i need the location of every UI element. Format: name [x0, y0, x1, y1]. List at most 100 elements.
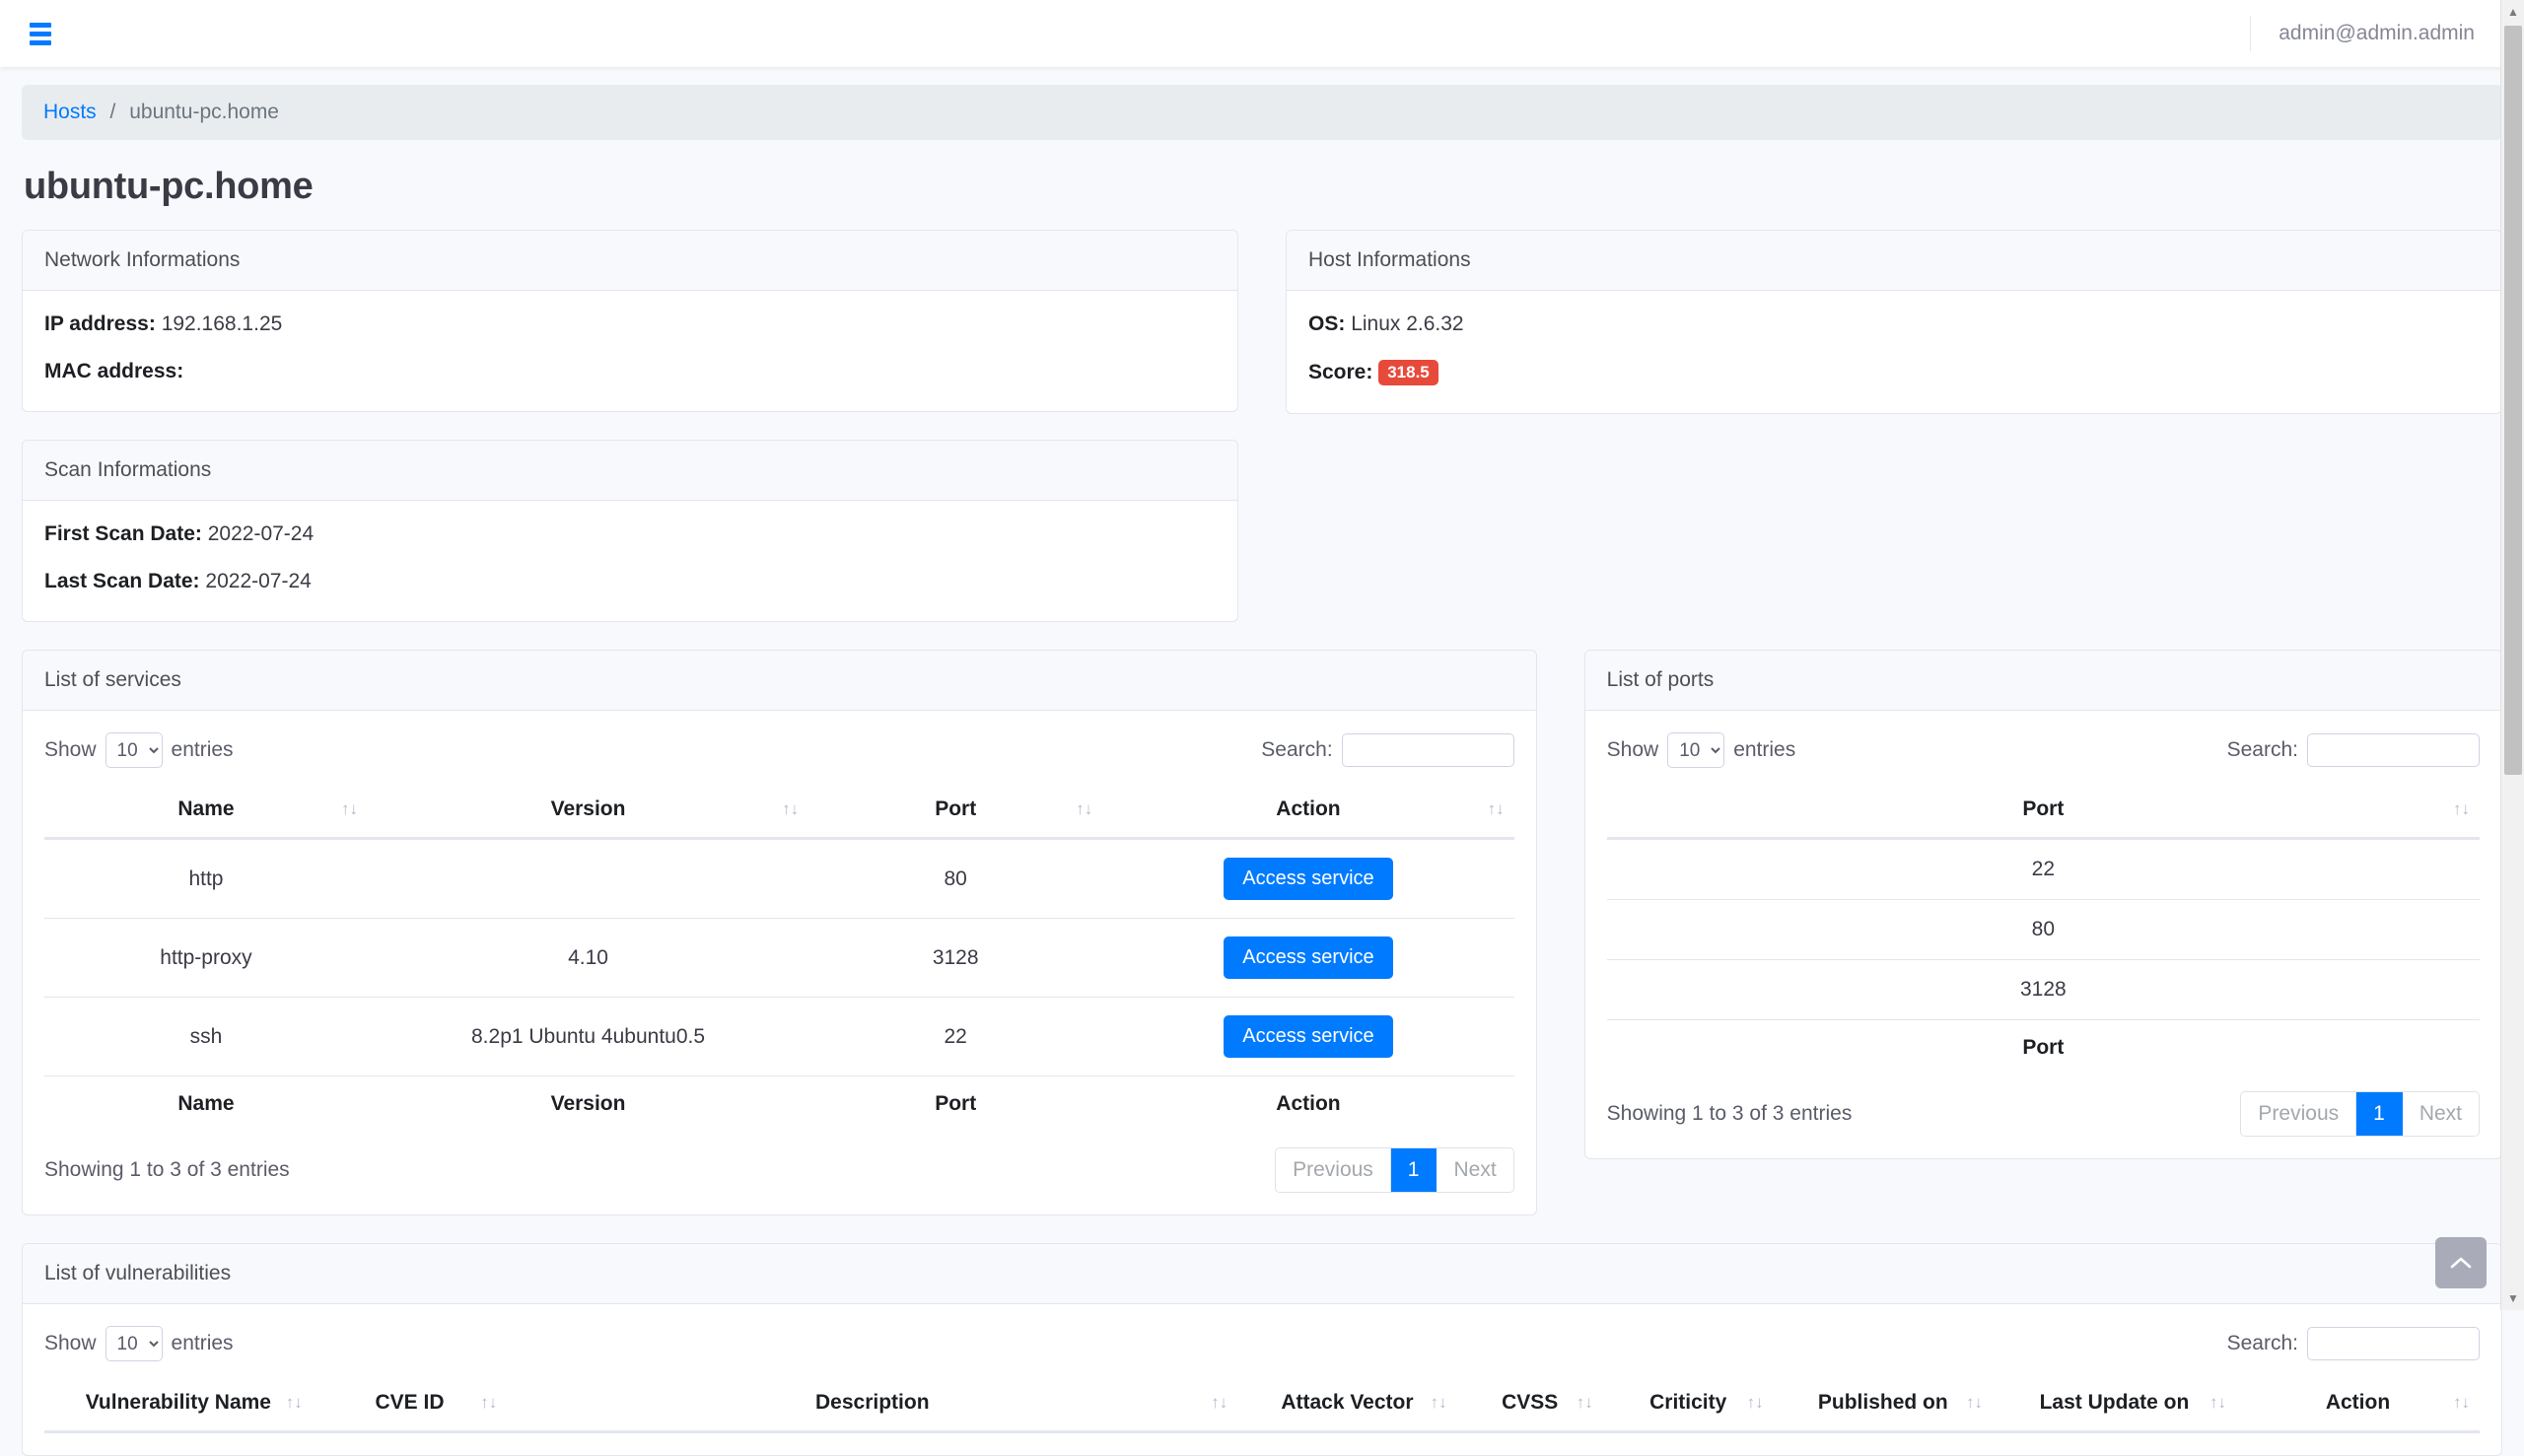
sort-icon: ↑↓ [285, 1393, 303, 1412]
vuln-col-published-on[interactable]: Published on ↑↓ [1773, 1375, 1993, 1433]
ports-table-body: 22 80 3128 [1606, 838, 2480, 1020]
ports-table-footer: Showing 1 to 3 of 3 entries Previous 1 N… [1607, 1091, 2480, 1137]
vuln-col-name[interactable]: Vulnerability Name ↑↓ [44, 1375, 313, 1433]
host-card-body: OS: Linux 2.6.32 Score: 318.5 [1287, 291, 2501, 413]
vulnerabilities-table-head: Vulnerability Name ↑↓ CVE ID ↑↓ Descript… [44, 1375, 2480, 1433]
services-col-port[interactable]: Port ↑↓ [808, 782, 1103, 840]
table-row: ssh 8.2p1 Ubuntu 4ubuntu0.5 22 Access se… [44, 997, 1514, 1076]
services-table-footer: Showing 1 to 3 of 3 entries Previous 1 N… [44, 1147, 1514, 1193]
sort-icon: ↑↓ [2453, 799, 2470, 818]
ports-pagination-next[interactable]: Next [2402, 1092, 2479, 1136]
services-header-row: Name ↑↓ Version ↑↓ Port ↑↓ Action ↑↓ [44, 782, 1514, 840]
port-cell: 80 [1606, 899, 2480, 960]
ports-entries-info: Showing 1 to 3 of 3 entries [1606, 1102, 1853, 1125]
port-cell: 22 [1606, 838, 2480, 900]
score-badge: 318.5 [1378, 360, 1438, 385]
service-name-cell: http-proxy [44, 918, 368, 998]
table-row: http 80 Access service [44, 838, 1514, 919]
services-length-select[interactable]: 10 [105, 732, 163, 768]
mac-address-line: MAC address: [44, 360, 1216, 383]
first-scan-date-value: 2022-07-24 [207, 522, 315, 545]
vuln-col-action-label: Action [2325, 1391, 2391, 1414]
service-name-cell: http [44, 838, 368, 919]
vuln-col-cvss[interactable]: CVSS ↑↓ [1456, 1375, 1603, 1433]
scrollbar-thumb[interactable] [2504, 26, 2522, 775]
sort-icon: ↑↓ [340, 799, 358, 818]
ports-pagination-page-1[interactable]: 1 [2356, 1092, 2403, 1136]
access-service-button[interactable]: Access service [1224, 858, 1393, 900]
vulnerabilities-show-label: Show [44, 1332, 97, 1354]
score-label: Score: [1308, 361, 1373, 383]
vulnerabilities-table-controls: Show 10 entries Search: [44, 1326, 2480, 1361]
scrollbar-down-arrow[interactable]: ▼ [2501, 1286, 2524, 1310]
service-port-cell: 80 [808, 838, 1103, 919]
user-email-label[interactable]: admin@admin.admin [2279, 22, 2500, 45]
services-column: List of services Show 10 entries Search: [22, 650, 1537, 1243]
services-pagination-next[interactable]: Next [1437, 1148, 1513, 1192]
scrollbar-up-arrow[interactable]: ▲ [2501, 0, 2524, 24]
services-search-input[interactable] [1341, 733, 1514, 767]
services-col-name[interactable]: Name ↑↓ [44, 782, 368, 840]
scan-informations-card: Scan Informations First Scan Date: 2022-… [22, 440, 1238, 622]
services-col-version[interactable]: Version ↑↓ [367, 782, 809, 840]
page-title: ubuntu-pc.home [24, 166, 314, 207]
vulnerabilities-filter-control: Search: [2227, 1327, 2480, 1360]
service-action-cell: Access service [1102, 838, 1514, 919]
scan-card-body: First Scan Date: 2022-07-24 Last Scan Da… [23, 501, 1237, 621]
vulnerabilities-length-select[interactable]: 10 [105, 1326, 163, 1361]
sort-icon: ↑↓ [1076, 799, 1093, 818]
sort-icon: ↑↓ [1746, 1393, 1764, 1412]
ports-entries-label: entries [1733, 738, 1796, 761]
services-entries-info: Showing 1 to 3 of 3 entries [44, 1158, 290, 1181]
vulnerabilities-search-input[interactable] [2307, 1327, 2480, 1360]
vuln-col-last-update-on[interactable]: Last Update on ↑↓ [1992, 1375, 2236, 1433]
vuln-col-criticity[interactable]: Criticity ↑↓ [1602, 1375, 1774, 1433]
network-informations-card: Network Informations IP address: 192.168… [22, 230, 1238, 412]
ports-footer-row: Port [1606, 1019, 2480, 1075]
service-version-cell [367, 838, 809, 919]
services-pagination: Previous 1 Next [1275, 1147, 1514, 1193]
ports-column: List of ports Show 10 entries Search: Po… [1583, 650, 2502, 1243]
network-column: Network Informations IP address: 192.168… [22, 230, 1238, 650]
os-label: OS: [1308, 312, 1346, 335]
services-pagination-previous[interactable]: Previous [1276, 1148, 1391, 1192]
top-navbar: admin@admin.admin [0, 0, 2524, 67]
vulnerabilities-table: Vulnerability Name ↑↓ CVE ID ↑↓ Descript… [44, 1375, 2480, 1433]
page-scrollbar[interactable]: ▲ ▼ [2500, 0, 2524, 1310]
last-scan-date-value: 2022-07-24 [205, 570, 312, 592]
sort-icon: ↑↓ [1576, 1393, 1593, 1412]
ports-length-select[interactable]: 10 [1667, 732, 1725, 768]
ports-foot-port: Port [1606, 1019, 2480, 1075]
vuln-col-action[interactable]: Action ↑↓ [2235, 1375, 2480, 1433]
access-service-button[interactable]: Access service [1224, 1015, 1393, 1058]
access-service-button[interactable]: Access service [1224, 936, 1393, 979]
services-foot-name: Name [44, 1075, 368, 1132]
hamburger-menu-icon[interactable] [24, 15, 57, 53]
ports-col-port[interactable]: Port ↑↓ [1606, 782, 2480, 840]
breadcrumb-link-hosts[interactable]: Hosts [43, 101, 97, 123]
services-pagination-page-1[interactable]: 1 [1390, 1148, 1437, 1192]
ip-address-label: IP address: [44, 312, 156, 335]
sort-icon: ↑↓ [1487, 799, 1505, 818]
ports-card-body: Show 10 entries Search: Port ↑↓ 22 80 31… [1585, 711, 2501, 1158]
scroll-to-top-button[interactable] [2435, 1237, 2487, 1288]
vuln-col-cve-id[interactable]: CVE ID ↑↓ [312, 1375, 508, 1433]
breadcrumb-separator: / [109, 101, 116, 123]
ports-search-input[interactable] [2307, 733, 2480, 767]
tables-row: List of services Show 10 entries Search: [22, 650, 2502, 1243]
last-scan-date-label: Last Scan Date: [44, 570, 200, 592]
table-row: 22 [1606, 838, 2480, 900]
ports-pagination-previous[interactable]: Previous [2241, 1092, 2357, 1136]
last-scan-date-line: Last Scan Date: 2022-07-24 [44, 570, 1216, 593]
ports-table: Port ↑↓ 22 80 3128 Port [1606, 782, 2480, 1075]
services-foot-action: Action [1102, 1075, 1514, 1132]
list-of-ports-card: List of ports Show 10 entries Search: Po… [1583, 650, 2502, 1159]
vuln-col-attack-vector[interactable]: Attack Vector ↑↓ [1237, 1375, 1457, 1433]
services-col-action-label: Action [1276, 797, 1341, 820]
vuln-col-description[interactable]: Description ↑↓ [507, 1375, 1238, 1433]
sort-icon: ↑↓ [2453, 1393, 2470, 1412]
score-line: Score: 318.5 [1308, 360, 2480, 385]
services-filter-control: Search: [1261, 733, 1514, 767]
services-table: Name ↑↓ Version ↑↓ Port ↑↓ Action ↑↓ htt… [44, 782, 1514, 1132]
services-col-action[interactable]: Action ↑↓ [1102, 782, 1514, 840]
